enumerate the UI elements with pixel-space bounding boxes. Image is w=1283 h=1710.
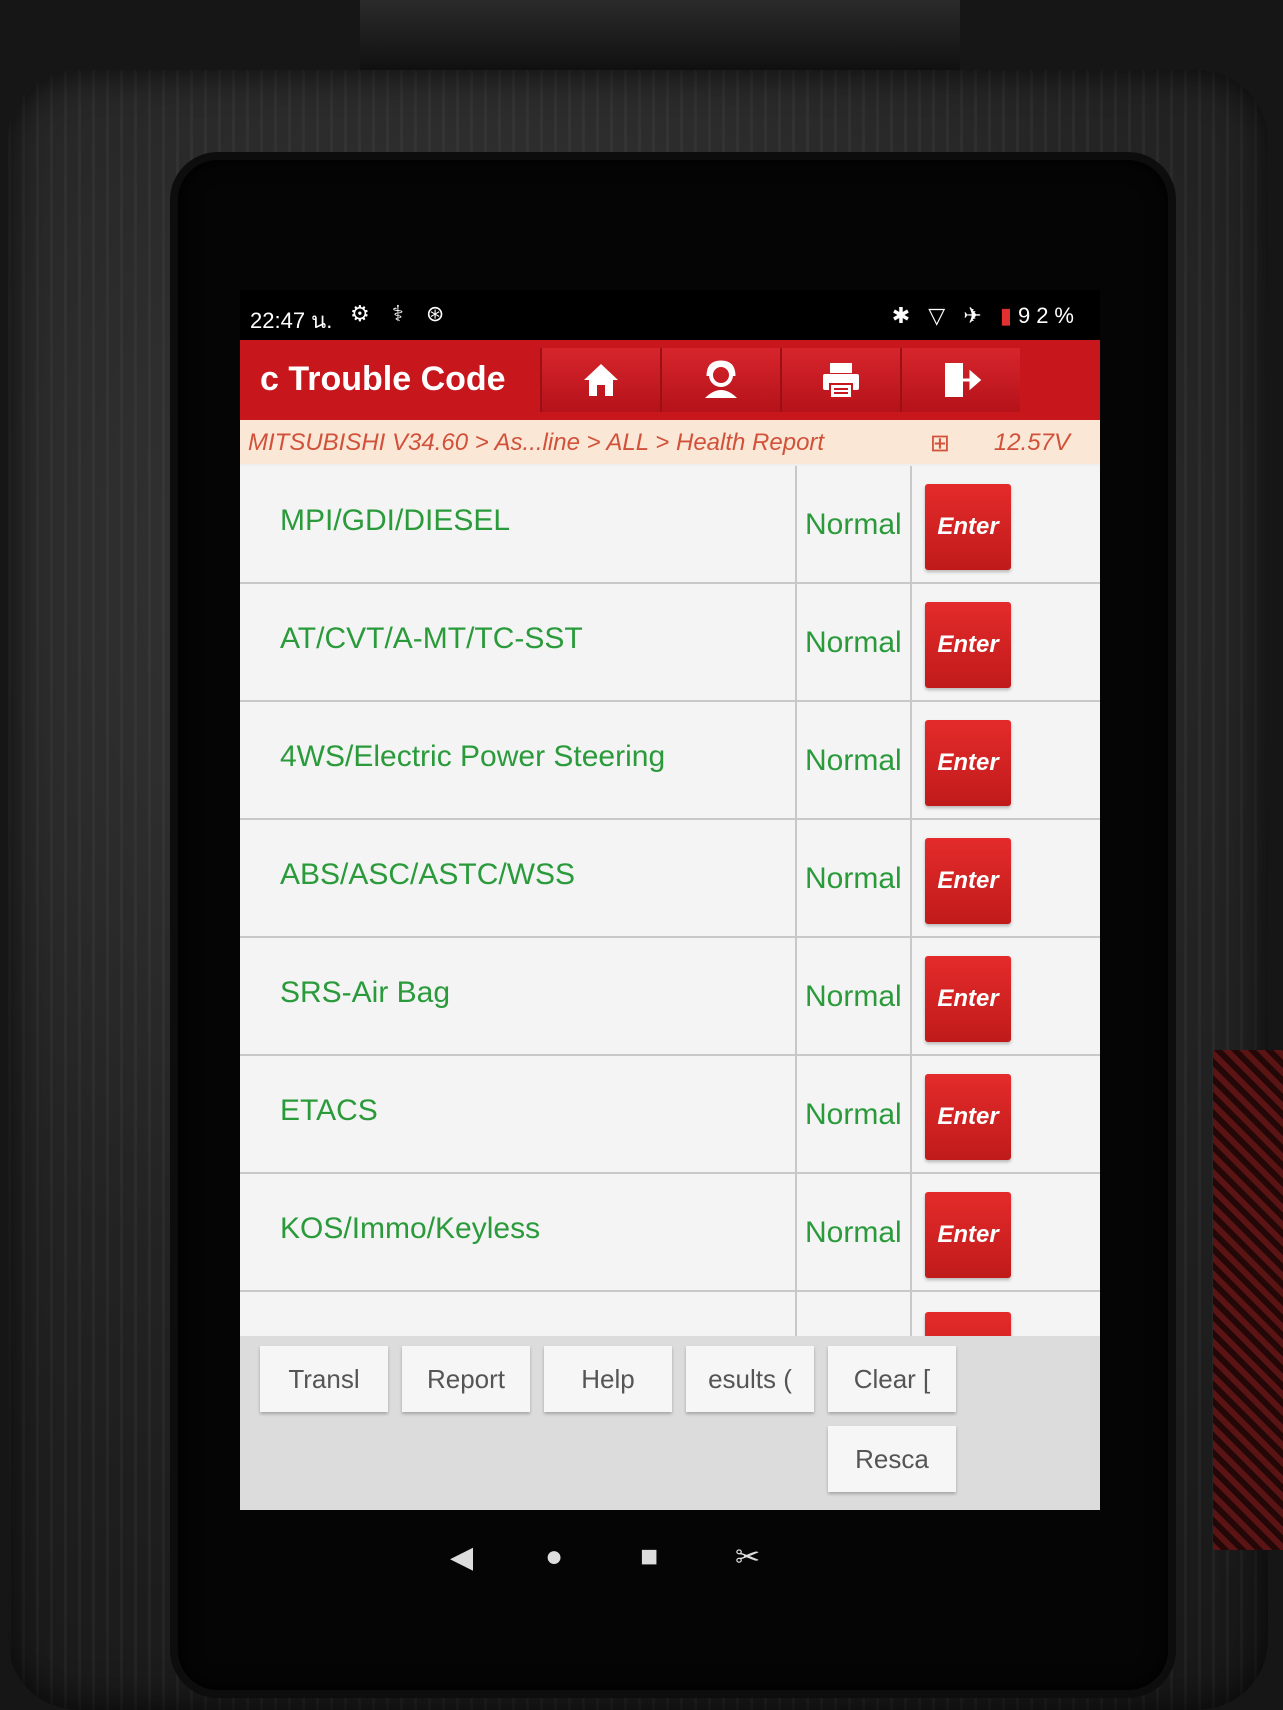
column-divider — [910, 938, 912, 1054]
battery-percent: 92% — [1017, 303, 1080, 328]
app-header: c Trouble Code — [240, 340, 1100, 420]
system-name: KOS/Immo/Keyless — [280, 1212, 541, 1245]
column-divider — [795, 702, 797, 818]
column-divider — [795, 584, 797, 700]
recents-nav-icon[interactable]: ■ — [640, 1540, 658, 1574]
column-divider — [910, 702, 912, 818]
system-row: ABS/ASC/ASTC/WSS Normal Enter — [240, 820, 1100, 938]
breadcrumb: MITSUBISHI V34.60 > As...line > ALL > He… — [248, 429, 825, 456]
page-title: c Trouble Code — [260, 360, 506, 398]
results-button[interactable]: esults ( — [686, 1346, 814, 1412]
status-notification-icons: ⚙ ⚕ ⊛ — [350, 301, 453, 326]
enter-button-partial[interactable] — [925, 1312, 1011, 1336]
car-seat-background — [1213, 1050, 1283, 1550]
status-time: 22:47 น. — [250, 308, 333, 333]
status-system-icons: ✱ ▽ ✈ ▮92% — [892, 303, 1080, 329]
exit-icon — [945, 363, 981, 397]
enter-button[interactable]: Enter — [925, 1074, 1011, 1160]
translate-button[interactable]: Transl — [260, 1346, 388, 1412]
system-row-partial — [240, 1292, 1100, 1336]
battery-voltage: 12.57V — [993, 429, 1070, 456]
system-row: AT/CVT/A-MT/TC-SST Normal Enter — [240, 584, 1100, 702]
system-row: 4WS/Electric Power Steering Normal Enter — [240, 702, 1100, 820]
home-nav-icon[interactable]: ● — [545, 1540, 563, 1574]
system-row: KOS/Immo/Keyless Normal Enter — [240, 1174, 1100, 1292]
column-divider — [795, 820, 797, 936]
support-button[interactable] — [660, 348, 780, 412]
report-button[interactable]: Report — [402, 1346, 530, 1412]
system-row: MPI/GDI/DIESEL Normal Enter — [240, 466, 1100, 584]
system-row: SRS-Air Bag Normal Enter — [240, 938, 1100, 1056]
column-divider — [795, 1056, 797, 1172]
column-divider — [910, 584, 912, 700]
enter-button[interactable]: Enter — [925, 956, 1011, 1042]
system-status: Normal — [805, 862, 902, 895]
system-status: Normal — [805, 1098, 902, 1131]
status-system-icons-glyphs: ✱ ▽ ✈ — [891, 303, 988, 328]
vehicle-battery-icon: ⊞ — [929, 430, 950, 457]
system-row: ETACS Normal Enter — [240, 1056, 1100, 1174]
column-divider — [910, 820, 912, 936]
system-name: MPI/GDI/DIESEL — [280, 504, 511, 537]
column-divider — [910, 466, 912, 582]
enter-button[interactable]: Enter — [925, 720, 1011, 806]
system-name: 4WS/Electric Power Steering — [280, 740, 666, 773]
enter-button[interactable]: Enter — [925, 602, 1011, 688]
exit-button[interactable] — [900, 348, 1020, 412]
system-name: AT/CVT/A-MT/TC-SST — [280, 622, 583, 655]
home-icon — [584, 364, 618, 396]
status-bar: 22:47 น. ⚙ ⚕ ⊛ ✱ ▽ ✈ ▮92% — [240, 290, 1100, 340]
rescan-button[interactable]: Resca — [828, 1426, 956, 1492]
print-icon — [823, 363, 859, 399]
column-divider — [910, 1174, 912, 1290]
car-dashboard-background — [360, 0, 960, 70]
tablet-screen: 22:47 น. ⚙ ⚕ ⊛ ✱ ▽ ✈ ▮92% c Trouble Code — [240, 290, 1100, 1610]
column-divider — [795, 1174, 797, 1290]
column-divider — [910, 1056, 912, 1172]
help-button[interactable]: Help — [544, 1346, 672, 1412]
system-status: Normal — [805, 626, 902, 659]
system-list[interactable]: MPI/GDI/DIESEL Normal Enter AT/CVT/A-MT/… — [240, 466, 1100, 1336]
column-divider — [795, 466, 797, 582]
bottom-toolbar: Transl Report Help esults ( Clear [ Resc… — [240, 1336, 1100, 1510]
back-nav-icon[interactable]: ◀ — [450, 1540, 473, 1575]
battery-icon: ▮ — [999, 303, 1018, 328]
screenshot-nav-icon[interactable]: ✂ — [735, 1540, 760, 1575]
enter-button[interactable]: Enter — [925, 1192, 1011, 1278]
system-name: SRS-Air Bag — [280, 976, 451, 1009]
system-name: ETACS — [280, 1094, 378, 1127]
user-support-icon — [705, 360, 737, 398]
system-status: Normal — [805, 744, 902, 777]
column-divider — [795, 938, 797, 1054]
print-button[interactable] — [780, 348, 900, 412]
column-divider — [910, 1292, 912, 1336]
android-nav-bar: ◀ ● ■ ✂ — [240, 1510, 1100, 1610]
system-name: ABS/ASC/ASTC/WSS — [280, 858, 576, 891]
enter-button[interactable]: Enter — [925, 484, 1011, 570]
column-divider — [795, 1292, 797, 1336]
enter-button[interactable]: Enter — [925, 838, 1011, 924]
system-status: Normal — [805, 1216, 902, 1249]
system-status: Normal — [805, 980, 902, 1013]
clear-dtc-button[interactable]: Clear [ — [828, 1346, 956, 1412]
breadcrumb-bar: MITSUBISHI V34.60 > As...line > ALL > He… — [240, 420, 1100, 464]
system-status: Normal — [805, 508, 902, 541]
home-button[interactable] — [540, 348, 660, 412]
